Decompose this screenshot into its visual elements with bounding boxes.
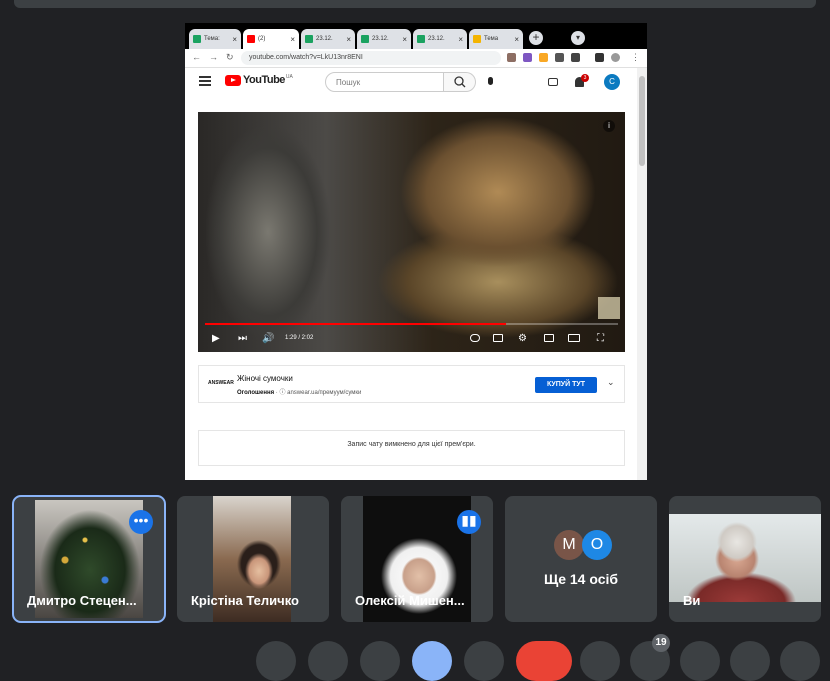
scrollbar[interactable] [637, 68, 647, 480]
fullscreen-icon[interactable]: ⛶ [597, 333, 604, 344]
close-icon[interactable]: × [402, 35, 407, 44]
video-time: 1:29 / 2:02 [285, 335, 314, 341]
close-icon[interactable]: × [346, 35, 351, 44]
more-participants-tile[interactable]: М О Ще 14 осіб [505, 496, 657, 622]
reload-icon[interactable]: ↻ [226, 52, 234, 63]
activities-button[interactable] [730, 641, 770, 681]
youtube-page: YouTube UA Пошук 3 C i ▶ ⏭ 🔊 1:29 / 2:02… [185, 68, 637, 480]
more-participants-label: Ще 14 осіб [543, 571, 619, 587]
sidebar-icon[interactable] [595, 53, 604, 62]
browser-tabstrip: Тема: × (2) × 23.12. × 23.12. × 23.12. ×… [185, 23, 647, 49]
puzzle-icon[interactable] [555, 53, 564, 62]
settings-icon[interactable]: ⚙ [518, 333, 527, 344]
participant-name: Ви [683, 593, 701, 608]
microphone-icon[interactable] [488, 77, 493, 85]
info-icon: ⓘ [279, 390, 286, 396]
address-bar: ← → ↻ youtube.com/watch?v=LkU13nr8ENI ⋮ [185, 49, 647, 68]
tab-search-icon[interactable]: ▾ [571, 31, 585, 45]
extension-icon[interactable] [523, 53, 532, 62]
chat-notice: Запис чату вимкнено для цієї прем'єри. [198, 430, 625, 466]
theater-icon[interactable] [568, 334, 580, 342]
progress-bar[interactable] [205, 323, 618, 325]
chevron-down-icon[interactable]: ⌄ [607, 377, 615, 388]
classroom-icon [361, 35, 369, 43]
classroom-icon [305, 35, 313, 43]
video-watermark [598, 297, 620, 319]
avatar: О [582, 530, 612, 560]
chat-button[interactable] [680, 641, 720, 681]
leave-call-button[interactable] [516, 641, 572, 681]
search-icon [454, 76, 466, 88]
buy-button[interactable]: КУПУЙ ТУТ [535, 377, 597, 393]
scrollbar-thumb[interactable] [639, 76, 645, 166]
participant-tile[interactable]: Крістіна Теличко [177, 496, 329, 622]
browser-tab[interactable]: 23.12. × [357, 29, 411, 49]
autoplay-icon[interactable] [470, 334, 480, 342]
back-icon[interactable]: ← [192, 52, 201, 62]
close-icon[interactable]: × [290, 35, 295, 44]
participant-count-badge: 19 [652, 634, 670, 652]
classroom-icon [193, 35, 201, 43]
browser-tab[interactable]: 23.12. × [301, 29, 355, 49]
video-player[interactable]: i ▶ ⏭ 🔊 1:29 / 2:02 ⚙ ⛶ [198, 112, 625, 352]
progress-fill [205, 323, 507, 325]
url-field[interactable]: youtube.com/watch?v=LkU13nr8ENI [241, 51, 501, 65]
account-avatar[interactable]: C [604, 74, 620, 90]
captions-button[interactable] [360, 641, 400, 681]
ad-banner: ANSWEAR Жіночі сумочки Оголошення · ⓘ an… [198, 365, 625, 403]
next-icon[interactable]: ⏭ [238, 333, 247, 344]
notification-badge: 3 [581, 74, 589, 82]
participant-video [669, 514, 821, 602]
youtube-icon [247, 35, 255, 43]
youtube-logo[interactable]: YouTube UA [225, 74, 293, 86]
miniplayer-icon[interactable] [544, 334, 554, 342]
participant-tile[interactable]: ••• Дмитро Стецен... [12, 495, 166, 623]
browser-tab[interactable]: Тема: × [189, 29, 241, 49]
more-options-button[interactable] [464, 641, 504, 681]
info-icon[interactable]: i [603, 120, 615, 132]
participant-name: Дмитро Стецен... [27, 593, 137, 608]
ad-logo: ANSWEAR [208, 380, 234, 386]
self-tile[interactable]: Ви [669, 496, 821, 622]
close-icon[interactable]: × [514, 35, 519, 44]
participant-name: Олексій Мишен... [355, 593, 465, 608]
avatar: М [554, 530, 584, 560]
youtube-play-icon [225, 74, 241, 86]
ad-subtitle: Оголошення · ⓘ answear.ua/премуум/сумки [237, 390, 362, 396]
extension-icon[interactable] [571, 53, 580, 62]
shared-screen: Тема: × (2) × 23.12. × 23.12. × 23.12. ×… [185, 23, 647, 480]
play-icon[interactable]: ▶ [212, 333, 220, 344]
host-controls-button[interactable] [780, 641, 820, 681]
browser-tab-active[interactable]: (2) × [243, 29, 299, 49]
slides-icon [473, 35, 481, 43]
new-tab-button[interactable]: + [529, 31, 543, 45]
menu-icon[interactable]: ⋮ [631, 52, 640, 63]
participant-name: Крістіна Теличко [191, 593, 299, 608]
subtitles-icon[interactable] [493, 334, 503, 342]
extension-icon[interactable] [539, 53, 548, 62]
search-input[interactable]: Пошук [325, 72, 444, 92]
profile-icon[interactable] [611, 53, 620, 62]
volume-icon[interactable]: 🔊 [262, 333, 274, 344]
microphone-button[interactable] [256, 641, 296, 681]
browser-tab[interactable]: 23.12. × [413, 29, 467, 49]
close-icon[interactable]: × [232, 35, 237, 44]
participant-tile[interactable]: ▮▮ Олексій Мишен... [341, 496, 493, 622]
hamburger-icon[interactable] [199, 76, 211, 88]
present-button[interactable] [412, 641, 452, 681]
browser-tab[interactable]: Тема × [469, 29, 523, 49]
close-icon[interactable]: × [458, 35, 463, 44]
camera-button[interactable] [308, 641, 348, 681]
create-icon[interactable] [548, 78, 558, 86]
classroom-icon [417, 35, 425, 43]
top-bar [14, 0, 816, 8]
forward-icon[interactable]: → [209, 52, 218, 62]
more-options-button[interactable]: ••• [129, 510, 153, 534]
search-button[interactable] [444, 72, 476, 92]
ad-title[interactable]: Жіночі сумочки [237, 374, 293, 383]
extension-icon[interactable] [507, 53, 516, 62]
speaking-indicator-icon: ▮▮ [457, 510, 481, 534]
info-button[interactable] [580, 641, 620, 681]
